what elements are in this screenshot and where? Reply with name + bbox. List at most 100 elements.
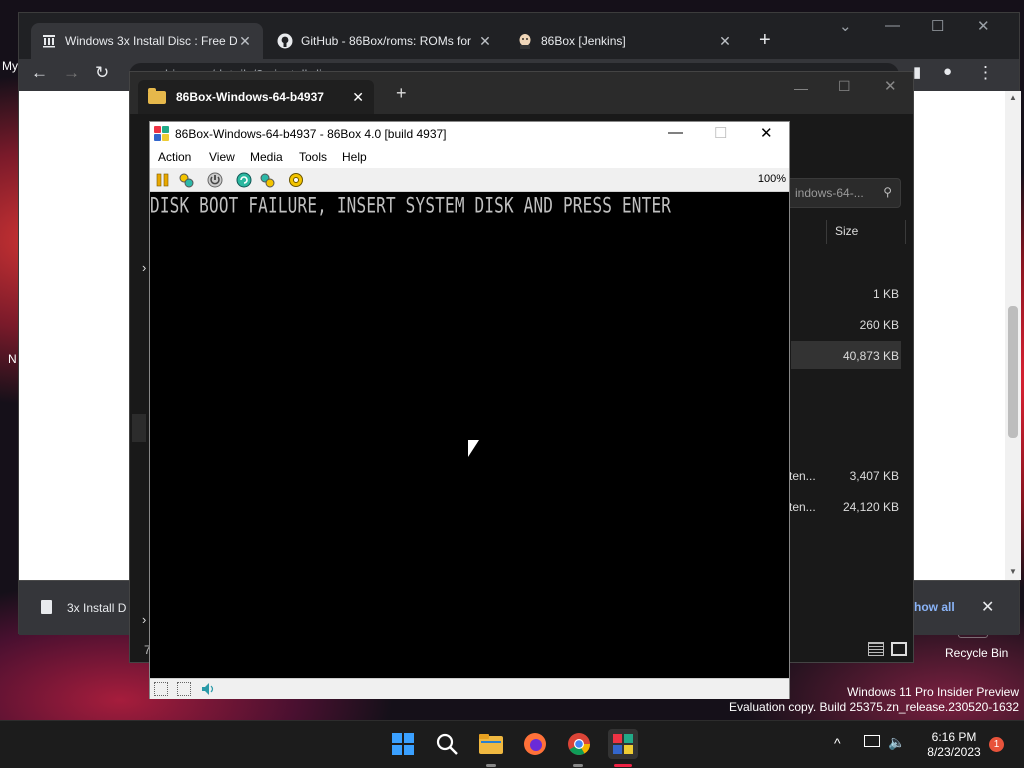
browser-tab-github[interactable]: GitHub - 86Box/roms: ROMs for ✕ [267,23,503,59]
menu-view[interactable]: View [209,150,235,164]
clock-time: 6:16 PM [931,730,977,744]
maximize-icon[interactable]: ☐ [931,17,944,35]
search-icon: ⚲ [883,185,892,199]
tab-label: GitHub - 86Box/roms: ROMs for [301,34,472,48]
sidebar-icon[interactable]: ▮ [913,63,921,81]
file-explorer-icon[interactable] [478,731,504,757]
nav-selection [132,414,146,442]
jenkins-icon [517,33,533,49]
browser-tab-archive[interactable]: Windows 3x Install Disc : Free Do ✕ [31,23,263,59]
desktop-icon-label-2: N [8,352,17,366]
cdrom-drive-icon[interactable] [177,682,191,696]
scrollbar-thumb[interactable] [1008,306,1018,438]
volume-icon[interactable]: 🔈 [888,734,905,751]
chevron-down-icon[interactable]: ⌄ [839,17,852,35]
ctrl-alt-del-icon[interactable] [177,171,195,189]
zoom-level: 100% [757,173,786,185]
chevron-right-icon[interactable]: › [142,260,146,275]
running-indicator [486,764,496,767]
menu-help[interactable]: Help [342,150,367,164]
floppy-drive-icon[interactable] [154,682,168,696]
close-tab-icon[interactable]: ✕ [237,33,253,50]
scroll-up-icon[interactable]: ▲ [1009,93,1017,102]
clock-date: 8/23/2023 [927,745,981,759]
taskbar: ^ 🔈 6:16 PM 8/23/2023 1 [0,720,1024,768]
mouse-cursor-icon [468,440,479,457]
tab-label: Windows 3x Install Disc : Free Do [65,34,237,48]
emulator-statusbar [150,678,789,699]
network-icon[interactable] [864,735,880,747]
chrome-tabstrip: Windows 3x Install Disc : Free Do ✕ GitH… [19,13,1019,59]
close-tab-icon[interactable]: ✕ [717,33,733,50]
power-icon[interactable] [206,171,224,189]
hard-reset-icon[interactable] [258,171,276,189]
active-indicator [614,764,632,767]
close-tab-icon[interactable]: ✕ [477,33,493,50]
86box-app-icon [154,126,169,141]
86box-taskbar-icon[interactable] [608,729,638,759]
desktop-icon-label-1: My [2,59,18,73]
menu-media[interactable]: Media [250,150,283,164]
back-arrow-icon[interactable]: ← [31,63,48,83]
close-icon[interactable]: ✕ [760,124,773,142]
chrome-icon[interactable] [566,731,592,757]
settings-icon[interactable] [287,171,305,189]
system-clock[interactable]: 6:16 PM 8/23/2023 [920,730,988,760]
maximize-icon[interactable]: ☐ [838,78,851,95]
minimize-icon[interactable]: — [885,17,900,34]
file-size: 1 KB [872,287,899,301]
download-filename[interactable]: 3x Install D [67,601,126,615]
emulator-window: 86Box-Windows-64-b4937 - 86Box 4.0 [buil… [149,121,790,699]
file-icon [41,600,52,614]
reload-icon[interactable]: ↻ [95,63,109,83]
close-icon[interactable]: ✕ [977,17,990,35]
forward-arrow-icon[interactable]: → [63,63,80,83]
recycle-bin-label[interactable]: Recycle Bin [945,646,1008,660]
menubar: Action View Media Tools Help [150,146,789,168]
explorer-tabbar: 86Box-Windows-64-b4937 ✕ + — ☐ ✕ [130,72,913,114]
scroll-down-icon[interactable]: ▼ [1009,567,1017,576]
profile-icon[interactable]: ● [943,63,952,80]
search-placeholder: indows-64-... [795,186,864,200]
close-download-bar-icon[interactable]: ✕ [981,597,994,617]
search-input[interactable]: indows-64-... ⚲ [786,178,901,208]
firefox-icon[interactable] [522,731,548,757]
page-scrollbar[interactable]: ▲ ▼ [1005,91,1021,580]
sound-icon[interactable] [201,682,215,696]
menu-tools[interactable]: Tools [299,150,327,164]
close-tab-icon[interactable]: ✕ [352,89,364,106]
emulated-display[interactable]: DISK BOOT FAILURE, INSERT SYSTEM DISK AN… [150,192,789,678]
running-indicator [573,764,583,767]
show-all-link[interactable]: how all [914,600,955,614]
browser-tab-jenkins[interactable]: 86Box [Jenkins] ✕ [507,23,743,59]
column-header-size[interactable]: Size [826,220,906,244]
emulator-titlebar: 86Box-Windows-64-b4937 - 86Box 4.0 [buil… [150,122,789,146]
emulator-toolbar: 100% [150,168,789,192]
chevron-right-icon[interactable]: › [142,612,146,627]
minimize-icon[interactable]: — [794,80,808,96]
explorer-tab[interactable]: 86Box-Windows-64-b4937 ✕ [138,80,374,114]
explorer-tab-title: 86Box-Windows-64-b4937 [176,90,324,104]
maximize-icon[interactable]: ☐ [714,124,727,142]
menu-action[interactable]: Action [158,150,191,164]
file-size: 40,873 KB [842,349,899,363]
close-icon[interactable]: ✕ [884,77,897,95]
reset-icon[interactable] [235,171,253,189]
search-icon[interactable] [434,731,460,757]
boot-message: DISK BOOT FAILURE, INSERT SYSTEM DISK AN… [150,192,672,218]
chevron-up-icon[interactable]: ^ [834,735,841,751]
archive-icon [41,33,57,49]
notification-badge[interactable]: 1 [989,737,1004,752]
pause-icon[interactable] [154,171,172,189]
file-size: 3,407 KB [849,469,899,483]
new-tab-button[interactable]: + [396,83,407,104]
windows-start-icon[interactable] [390,731,416,757]
menu-kebab-icon[interactable]: ⋮ [977,63,994,83]
tiles-view-icon[interactable] [891,642,907,656]
minimize-icon[interactable]: — [668,124,683,141]
watermark-line-2: Evaluation copy. Build 25375.zn_release.… [729,700,1019,714]
details-view-icon[interactable] [868,642,884,656]
new-tab-button[interactable]: + [759,29,771,52]
window-title: 86Box-Windows-64-b4937 - 86Box 4.0 [buil… [175,127,447,141]
tab-label: 86Box [Jenkins] [541,34,626,48]
